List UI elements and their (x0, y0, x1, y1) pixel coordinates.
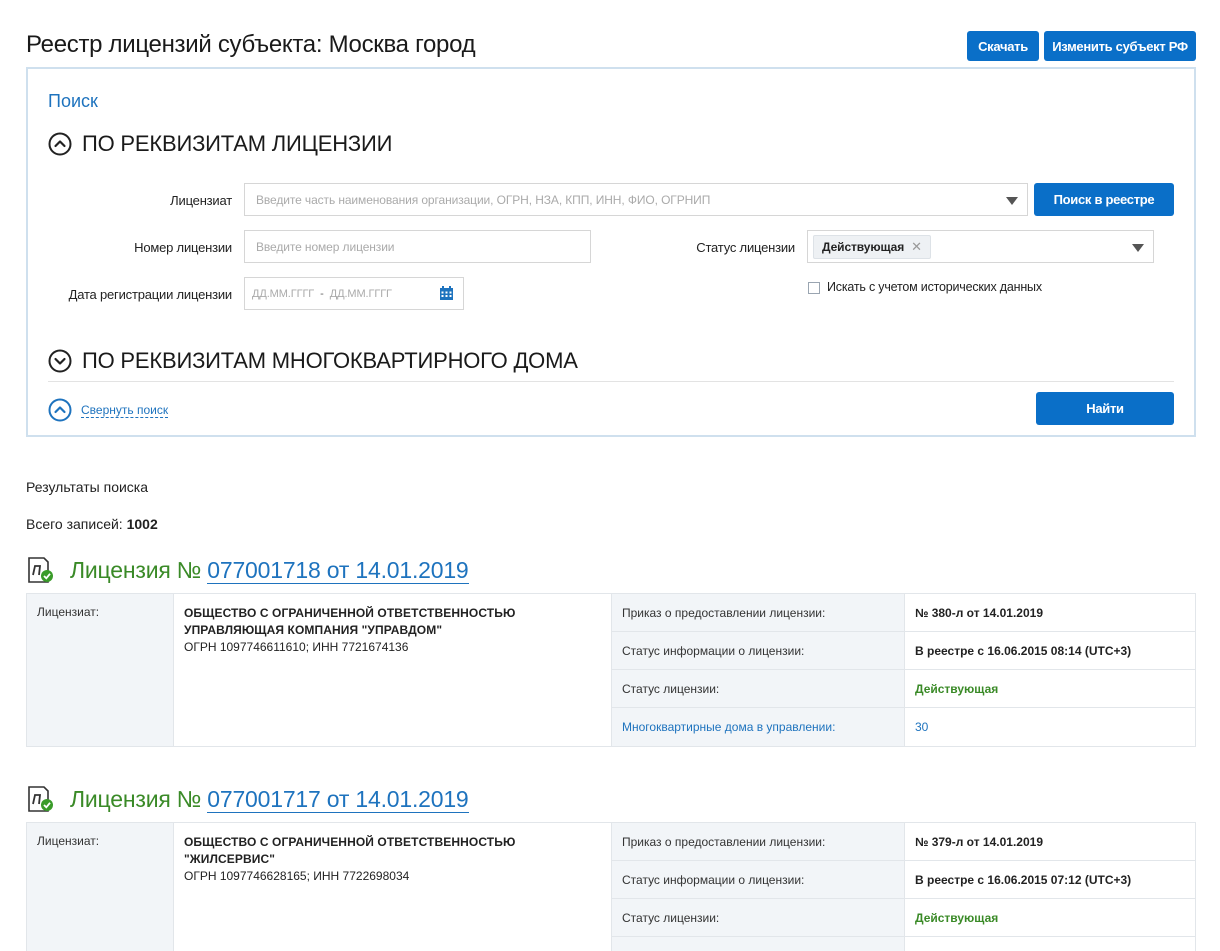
licensee-field-label: Лицензиат: (37, 605, 100, 619)
license-status-value: Действующая (915, 910, 999, 925)
calendar-icon[interactable] (439, 286, 454, 301)
info-status-label: Статус информации о лицензии: (611, 632, 905, 669)
houses-count-link[interactable]: 30 (915, 708, 928, 746)
collapse-search-label: Свернуть поиск (81, 402, 169, 418)
license-status-label: Статус лицензии: (611, 899, 905, 936)
table-row: Статус информации о лицензии: В реестре … (611, 632, 1195, 670)
order-value: № 380-л от 14.01.2019 (915, 605, 1043, 620)
registry-search-button[interactable]: Поиск в реестре (1034, 183, 1174, 216)
remove-icon[interactable]: ✕ (911, 239, 922, 255)
info-status-value: В реестре с 16.06.2015 07:12 (UTC+3) (915, 872, 1132, 887)
date-separator: - (320, 287, 324, 300)
table-row: Статус информации о лицензии: В реестре … (611, 861, 1195, 899)
order-label: Приказ о предоставлении лицензии: (611, 594, 905, 631)
section-license-toggle[interactable]: ПО РЕКВИЗИТАМ ЛИЦЕНЗИИ (48, 131, 392, 157)
status-chip-label: Действующая (822, 239, 905, 254)
org-ids: ОГРН 1097746628165; ИНН 7722698034 (184, 869, 410, 883)
info-status-value: В реестре с 16.06.2015 08:14 (UTC+3) (915, 643, 1132, 658)
historical-label: Искать с учетом исторических данных (827, 280, 1042, 294)
status-label: Статус лицензии (696, 240, 795, 255)
license-number-link[interactable]: 077001717 от 14.01.2019 (207, 786, 469, 813)
license-number-label: Номер лицензии (134, 240, 232, 255)
chevron-up-circle-icon (48, 398, 72, 422)
houses-link[interactable]: Многоквартирные дома в управлении: (611, 708, 905, 746)
download-button[interactable]: Скачать (967, 31, 1039, 61)
info-status-label: Статус информации о лицензии: (611, 861, 905, 898)
reg-date-label: Дата регистрации лицензии (68, 287, 233, 302)
org-ids: ОГРН 1097746611610; ИНН 7721674136 (184, 640, 409, 654)
org-name-line1: ОБЩЕСТВО С ОГРАНИЧЕННОЙ ОТВЕТСТВЕННОСТЬЮ (184, 835, 516, 849)
date-to-placeholder: ДД.ММ.ГГГГ (329, 287, 392, 300)
license-card: Лицензиат: ОБЩЕСТВО С ОГРАНИЧЕННОЙ ОТВЕТ… (26, 593, 1196, 747)
license-status-label: Статус лицензии: (611, 670, 905, 707)
section-house-title: ПО РЕКВИЗИТАМ МНОГОКВАРТИРНОГО ДОМА (82, 348, 578, 373)
licensee-placeholder: Введите часть наименования организации, … (256, 192, 711, 207)
licensee-info: ОБЩЕСТВО С ОГРАНИЧЕННОЙ ОТВЕТСТВЕННОСТЬЮ… (184, 834, 614, 885)
org-name-line1: ОБЩЕСТВО С ОГРАНИЧЕННОЙ ОТВЕТСТВЕННОСТЬЮ (184, 606, 516, 620)
org-name-line2: "ЖИЛСЕРВИС" (184, 852, 276, 866)
total-label: Всего записей: (26, 516, 123, 532)
license-heading: Лицензия № 077001718 от 14.01.2019 (26, 556, 469, 585)
dropdown-caret-icon[interactable] (1006, 197, 1018, 205)
license-number-input[interactable]: Введите номер лицензии (244, 230, 591, 263)
status-select[interactable]: Действующая ✕ (807, 230, 1154, 263)
collapse-search-link[interactable]: Свернуть поиск (48, 398, 169, 422)
license-number-placeholder: Введите номер лицензии (256, 239, 395, 254)
licensee-input[interactable]: Введите часть наименования организации, … (244, 183, 1028, 216)
divider (48, 381, 1174, 382)
licensee-info: ОБЩЕСТВО С ОГРАНИЧЕННОЙ ОТВЕТСТВЕННОСТЬЮ… (184, 605, 614, 656)
results-title: Результаты поиска (26, 479, 149, 495)
status-chip: Действующая ✕ (813, 234, 931, 259)
licensee-field-label: Лицензиат: (37, 834, 100, 848)
license-card: Лицензиат: ОБЩЕСТВО С ОГРАНИЧЕННОЙ ОТВЕТ… (26, 822, 1196, 951)
licensee-label: Лицензиат (170, 193, 232, 208)
license-document-icon (28, 786, 53, 812)
find-button[interactable]: Найти (1036, 392, 1174, 425)
order-value: № 379-л от 14.01.2019 (915, 834, 1043, 849)
license-prefix: Лицензия № (70, 557, 202, 583)
section-house-toggle[interactable]: ПО РЕКВИЗИТАМ МНОГОКВАРТИРНОГО ДОМА (48, 348, 578, 374)
search-title-link[interactable]: Поиск (48, 91, 98, 112)
table-row: Статус лицензии: Действующая (611, 670, 1195, 708)
page-title: Реестр лицензий субъекта: Москва город (26, 31, 476, 58)
org-name-line2: УПРАВЛЯЮЩАЯ КОМПАНИЯ "УПРАВДОМ" (184, 623, 443, 637)
table-row: Приказ о предоставлении лицензии: № 379-… (611, 823, 1195, 861)
dropdown-caret-icon[interactable] (1132, 244, 1144, 252)
date-from-placeholder: ДД.ММ.ГГГГ (252, 287, 315, 300)
table-cell-empty (611, 937, 905, 951)
reg-date-range-input[interactable]: ДД.ММ.ГГГГ - ДД.ММ.ГГГГ (244, 277, 464, 310)
chevron-down-circle-icon (48, 349, 72, 373)
search-panel: Поиск ПО РЕКВИЗИТАМ ЛИЦЕНЗИИ Лицензиат В… (26, 67, 1196, 437)
license-document-icon (28, 557, 53, 583)
license-heading: Лицензия № 077001717 от 14.01.2019 (26, 785, 469, 814)
chevron-up-circle-icon (48, 132, 72, 156)
section-license-title: ПО РЕКВИЗИТАМ ЛИЦЕНЗИИ (82, 131, 393, 156)
historical-checkbox[interactable] (808, 282, 820, 294)
order-label: Приказ о предоставлении лицензии: (611, 823, 905, 860)
change-subject-button[interactable]: Изменить субъект РФ (1044, 31, 1196, 61)
total-value: 1002 (126, 516, 158, 532)
table-row: Статус лицензии: Действующая (611, 899, 1195, 937)
total-records: Всего записей: 1002 (26, 516, 158, 532)
table-row: Многоквартирные дома в управлении: 30 (611, 708, 1195, 746)
table-row (611, 937, 1195, 951)
table-row: Приказ о предоставлении лицензии: № 380-… (611, 594, 1195, 632)
license-status-value: Действующая (915, 681, 999, 696)
license-number-link[interactable]: 077001718 от 14.01.2019 (207, 557, 469, 584)
license-prefix: Лицензия № (70, 786, 202, 812)
